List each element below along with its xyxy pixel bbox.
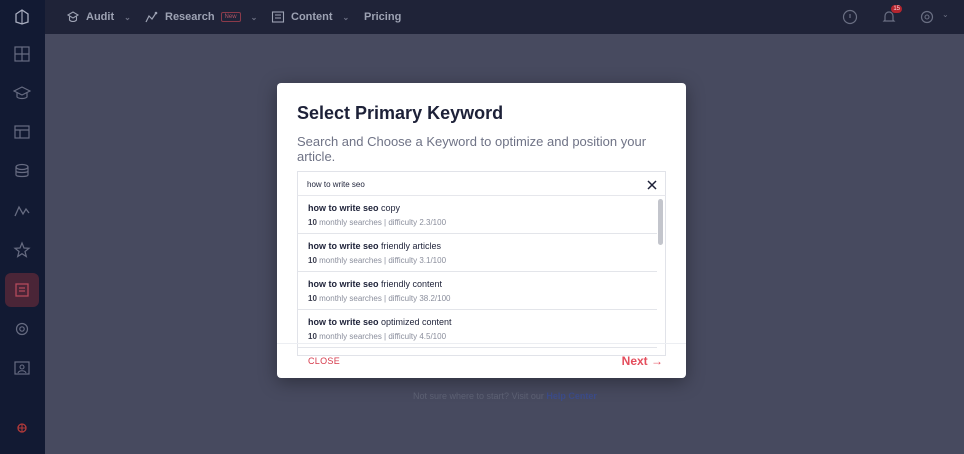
database-icon[interactable] (13, 162, 31, 180)
notification-bell-icon[interactable]: 15 (881, 5, 902, 25)
suggestion-keyword: how to write seo copy (308, 203, 401, 213)
nav-content[interactable]: Content ⌄ (271, 0, 349, 34)
help-text: Not sure where to start? Visit our (413, 391, 547, 401)
close-button[interactable]: CLOSE (308, 356, 340, 366)
keyword-search-box (297, 171, 666, 196)
help-center-link[interactable]: Help Center (546, 391, 597, 401)
analytics-icon[interactable] (13, 202, 31, 220)
chevron-down-icon: ⌄ (342, 12, 350, 22)
suggestion-keyword: how to write seo friendly content (308, 279, 443, 289)
chevron-down-icon[interactable]: ⌄ (942, 10, 949, 19)
close-icon[interactable] (646, 178, 658, 190)
suggestions-scrollbar[interactable] (658, 199, 663, 245)
audit-icon (66, 11, 80, 23)
nav-research[interactable]: Research New ⌄ (145, 0, 257, 34)
logo-icon[interactable] (13, 8, 31, 26)
suggestion-item[interactable]: how to write seo friendly content 10 mon… (298, 272, 657, 310)
top-navigation-bar: Audit ⌄ Research New ⌄ Content ⌄ Pricing… (45, 0, 964, 34)
nav-pricing[interactable]: Pricing (364, 0, 401, 34)
chevron-down-icon: ⌄ (124, 12, 131, 22)
help-center-line: Not sure where to start? Visit our Help … (413, 391, 597, 401)
nav-pricing-label: Pricing (364, 11, 402, 23)
help-icon[interactable] (842, 9, 858, 25)
research-icon (145, 11, 158, 23)
suggestion-item[interactable]: how to write seo copy 10 monthly searche… (298, 196, 657, 234)
star-icon[interactable] (13, 241, 31, 259)
content-icon (271, 11, 285, 23)
select-primary-keyword-modal: Select Primary Keyword Search and Choose… (277, 83, 686, 378)
globe-icon[interactable] (13, 419, 31, 437)
academy-icon[interactable] (13, 84, 31, 102)
nav-audit[interactable]: Audit ⌄ (66, 0, 131, 34)
modal-title: Select Primary Keyword (297, 103, 504, 123)
nav-content-label: Content (291, 11, 333, 23)
nav-audit-label: Audit (86, 11, 115, 23)
content-editor-icon[interactable] (13, 281, 31, 299)
reports-icon[interactable] (13, 123, 31, 141)
next-button[interactable]: Next → (622, 354, 663, 368)
dashboard-icon[interactable] (13, 45, 31, 63)
account-settings-icon[interactable] (919, 9, 935, 25)
sidebar (0, 0, 45, 454)
nav-research-label: Research (165, 11, 215, 23)
new-badge: New (220, 12, 241, 22)
suggestion-item[interactable]: how to write seo friendly articles 10 mo… (298, 234, 657, 272)
suggestion-meta: 10 monthly searches | difficulty 2.3/100 (308, 218, 447, 227)
suggestion-keyword: how to write seo friendly articles (308, 241, 442, 251)
suggestion-meta: 10 monthly searches | difficulty 4.5/100 (308, 332, 447, 341)
suggestion-meta: 10 monthly searches | difficulty 38.2/10… (308, 294, 451, 303)
modal-subtitle: Search and Choose a Keyword to optimize … (297, 134, 647, 164)
suggestion-meta: 10 monthly searches | difficulty 3.1/100 (308, 256, 447, 265)
suggestion-keyword: how to write seo optimized content (308, 317, 452, 327)
user-card-icon[interactable] (13, 359, 31, 377)
keyword-search-input[interactable] (307, 177, 607, 191)
settings-gear-icon[interactable] (13, 320, 31, 338)
keyword-suggestions-list: how to write seo copy 10 monthly searche… (297, 196, 666, 356)
notification-count-badge: 15 (891, 5, 902, 13)
chevron-down-icon: ⌄ (250, 12, 258, 22)
